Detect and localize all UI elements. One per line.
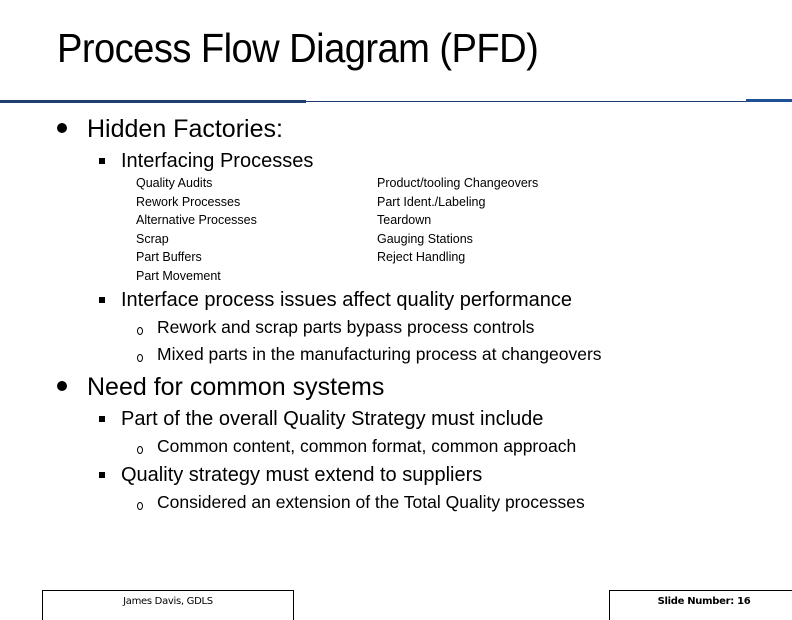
interfacing-list-left: Quality Audits Rework Processes Alternat… <box>136 174 257 285</box>
subitem-text: Interface process issues affect quality … <box>121 289 572 311</box>
section-heading: Need for common systems <box>87 373 385 401</box>
list-item: Reject Handling <box>377 250 466 264</box>
list-item: Part Ident./Labeling <box>377 194 486 209</box>
point-text: Rework and scrap parts bypass process co… <box>157 317 535 337</box>
circle-bullet-icon <box>137 502 143 510</box>
list-item: Alternative Processes <box>136 213 257 227</box>
disc-bullet-icon <box>57 381 67 391</box>
section-heading: Hidden Factories: <box>87 115 283 143</box>
title-rule-thick-right <box>746 99 792 102</box>
square-bullet-icon <box>99 472 105 478</box>
subitem-interface-issues: Interface process issues affect quality … <box>99 289 572 311</box>
list-item: Product/tooling Changeovers <box>377 176 539 190</box>
subitem-text: Part of the overall Quality Strategy mus… <box>121 408 544 430</box>
subitem-text: Interfacing Processes <box>121 150 314 172</box>
interfacing-list-right: Product/tooling Changeovers Part Ident./… <box>377 174 538 267</box>
point-text: Considered an extension of the Total Qua… <box>157 492 585 512</box>
list-item: Quality Audits <box>136 176 213 190</box>
circle-bullet-icon <box>137 446 143 454</box>
list-item: Scrap <box>136 231 169 246</box>
point-text: Common content, common format, common ap… <box>157 436 577 456</box>
disc-bullet-icon <box>57 123 67 133</box>
point-mixed-parts: Mixed parts in the manufacturing process… <box>137 344 602 364</box>
list-item: Part Movement <box>136 268 221 283</box>
circle-bullet-icon <box>137 354 143 362</box>
title-rule-thin <box>306 101 746 102</box>
list-item: Part Buffers <box>136 250 202 264</box>
section-common-systems: Need for common systems <box>57 373 385 401</box>
subitem-interfacing-processes: Interfacing Processes <box>99 150 314 172</box>
subitem-extend-suppliers: Quality strategy must extend to supplier… <box>99 464 483 486</box>
point-text: Mixed parts in the manufacturing process… <box>157 344 602 364</box>
footer-slide-number: Slide Number: 16 <box>609 590 792 620</box>
square-bullet-icon <box>99 297 105 303</box>
circle-bullet-icon <box>137 327 143 335</box>
title-rule-thick-left <box>0 100 306 103</box>
point-rework-scrap: Rework and scrap parts bypass process co… <box>137 317 535 337</box>
subitem-text: Quality strategy must extend to supplier… <box>121 464 483 486</box>
square-bullet-icon <box>99 158 105 164</box>
slide-title: Process Flow Diagram (PFD) <box>57 25 539 71</box>
section-hidden-factories: Hidden Factories: <box>57 115 283 143</box>
point-total-quality: Considered an extension of the Total Qua… <box>137 492 585 512</box>
list-item: Teardown <box>377 213 432 227</box>
footer-author: James Davis, GDLS <box>42 590 294 620</box>
square-bullet-icon <box>99 416 105 422</box>
subitem-quality-strategy-include: Part of the overall Quality Strategy mus… <box>99 408 544 430</box>
list-item: Rework Processes <box>136 194 241 209</box>
list-item: Gauging Stations <box>377 231 473 246</box>
point-common-content: Common content, common format, common ap… <box>137 436 577 456</box>
